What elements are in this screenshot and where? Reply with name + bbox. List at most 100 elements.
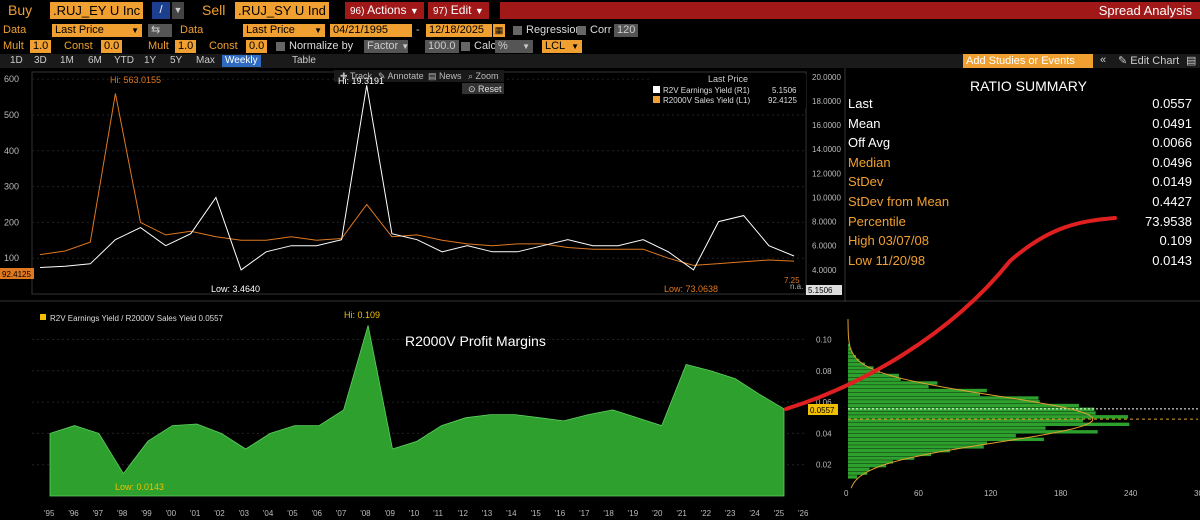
year-tick-label: '15 — [530, 509, 541, 518]
annotate-tool[interactable]: ✎ Annotate — [378, 71, 424, 81]
histogram-bar — [848, 392, 980, 396]
histogram-tick-label: 300 — [1194, 489, 1200, 498]
lcl-value: LCL — [545, 40, 566, 52]
sell-ticker-field[interactable]: .RUJ_SY U Ind — [235, 2, 329, 19]
ratio-last-tag: 0.0557 — [810, 406, 835, 415]
params-row-1: Data Last Price ▼ ⇆ Data Last Price ▼ 04… — [0, 23, 1200, 39]
data1-select[interactable]: Last Price ▼ — [52, 24, 142, 37]
histogram-bar — [848, 460, 894, 464]
summary-value-3: 0.0496 — [1152, 154, 1192, 170]
const1-field[interactable]: 0.0 — [101, 40, 123, 53]
summary-value-6: 73.9538 — [1145, 213, 1192, 229]
lcl-select[interactable]: LCL ▼ — [542, 40, 582, 53]
ratio-tick-label: 0.08 — [816, 367, 832, 376]
legend-swatch-white — [653, 86, 660, 93]
mult1-field[interactable]: 1.0 — [30, 40, 52, 53]
normalize-value: Factor — [367, 40, 399, 52]
calendar-icon[interactable]: ▦ — [493, 24, 505, 37]
actions-menu-button[interactable]: 96) Actions ▼ — [345, 2, 424, 19]
zoom-tool[interactable]: ⌕ Zoom — [468, 71, 499, 81]
histogram-bar — [848, 385, 929, 389]
summary-label-1: Mean — [848, 115, 881, 131]
histogram-tick-label: 120 — [984, 489, 998, 498]
const2-field[interactable]: 0.0 — [246, 40, 268, 53]
start-date-field[interactable]: 04/21/1995 — [330, 24, 412, 37]
buy-ticker-field[interactable]: .RUJ_EY U Inc — [50, 2, 144, 19]
normalize-number-field[interactable]: 100.0 — [425, 40, 459, 53]
spread-operator-button[interactable]: / — [152, 2, 170, 19]
edit-chart-button[interactable]: ✎ Edit Chart — [1118, 54, 1179, 67]
corr-field[interactable]: 120 — [614, 24, 639, 37]
histogram-tick-label: 60 — [914, 489, 923, 498]
legend-swatch-orange — [653, 96, 660, 103]
ratio-tick-label: 0.10 — [816, 335, 832, 344]
histogram-tick-label: 180 — [1054, 489, 1068, 498]
calc-select[interactable]: % ▼ — [495, 40, 533, 53]
ratio-legend-swatch — [40, 314, 46, 320]
histogram-bar — [848, 411, 1096, 415]
tab-weekly[interactable]: Weekly — [222, 55, 261, 67]
histogram-tick-label: 240 — [1124, 489, 1138, 498]
date-separator: - — [416, 24, 420, 36]
edit-label: Edit — [450, 3, 472, 17]
ratio-tick-label: 0.04 — [816, 429, 832, 438]
histogram-bar — [848, 467, 870, 472]
const1-label: Const — [64, 40, 93, 52]
summary-label-8: Low 11/20/98 — [848, 252, 926, 268]
summary-value-4: 0.0149 — [1152, 174, 1192, 190]
corr-checkbox[interactable] — [577, 26, 586, 35]
tab-3d[interactable]: 3D — [34, 55, 47, 67]
summary-value-8: 0.0143 — [1152, 252, 1192, 268]
year-tick-label: '96 — [68, 509, 79, 518]
normalize-select[interactable]: Factor ▼ — [364, 40, 410, 53]
year-tick-label: '99 — [141, 509, 152, 518]
add-studies-input[interactable]: Add Studies or Events — [963, 54, 1093, 68]
swap-icon[interactable]: ⇆ — [148, 24, 172, 37]
reset-button[interactable]: ⊙ Reset — [468, 84, 502, 94]
tab-1y[interactable]: 1Y — [144, 55, 156, 67]
ratio-low-label: Low: 0.0143 — [115, 482, 164, 492]
normalize-label: Normalize by — [289, 40, 354, 52]
data2-select[interactable]: Last Price ▼ — [243, 24, 325, 37]
regression-checkbox[interactable] — [513, 26, 522, 35]
year-tick-label: '16 — [555, 509, 566, 518]
summary-label-2: Off Avg — [848, 135, 891, 151]
year-tick-label: '20 — [652, 509, 663, 518]
right-tick-label: 20.0000 — [812, 73, 841, 82]
chevron-down-icon: ▼ — [401, 42, 410, 51]
low-white-label: Low: 3.4640 — [211, 284, 260, 294]
histogram-bar — [848, 426, 1046, 430]
settings-icon[interactable]: ▤ — [1186, 54, 1196, 67]
year-tick-label: '03 — [239, 509, 250, 518]
tab-5y[interactable]: 5Y — [170, 55, 182, 67]
corr-label: Corr — [590, 24, 612, 36]
collapse-icon[interactable]: « — [1100, 54, 1106, 66]
histogram-bar — [848, 400, 1040, 404]
tab-table[interactable]: Table — [292, 55, 316, 67]
tab-6m[interactable]: 6M — [88, 55, 102, 67]
ratio-legend: R2V Earnings Yield / R2000V Sales Yield … — [50, 314, 224, 323]
title-bar — [500, 2, 1200, 19]
edit-menu-button[interactable]: 97) Edit ▼ — [428, 2, 489, 19]
mult2-field[interactable]: 1.0 — [175, 40, 197, 53]
histogram-bar — [848, 448, 951, 453]
price-legend: Last Price R2V Earnings Yield (R1) 5.150… — [650, 74, 806, 108]
year-tick-label: '95 — [44, 509, 55, 518]
left-tick-label: 600 — [4, 74, 19, 84]
chevron-down-icon[interactable]: ▼ — [172, 2, 184, 19]
news-tool[interactable]: ▤ News — [428, 71, 462, 81]
tab-ytd[interactable]: YTD — [114, 55, 134, 67]
histogram-bar — [848, 475, 858, 479]
year-tick-label: '17 — [579, 509, 590, 518]
calc-checkbox[interactable] — [461, 42, 470, 51]
end-date-field[interactable]: 12/18/2025 — [426, 24, 492, 37]
chevron-down-icon: ▼ — [474, 6, 484, 16]
year-tick-label: '05 — [287, 509, 298, 518]
normalize-checkbox[interactable] — [276, 42, 285, 51]
mult1-label: Mult — [3, 40, 24, 52]
year-tick-label: '22 — [701, 509, 712, 518]
tab-1d[interactable]: 1D — [10, 55, 23, 67]
tab-1m[interactable]: 1M — [60, 55, 74, 67]
tab-max[interactable]: Max — [196, 55, 215, 67]
chevron-down-icon: ▼ — [522, 42, 530, 51]
